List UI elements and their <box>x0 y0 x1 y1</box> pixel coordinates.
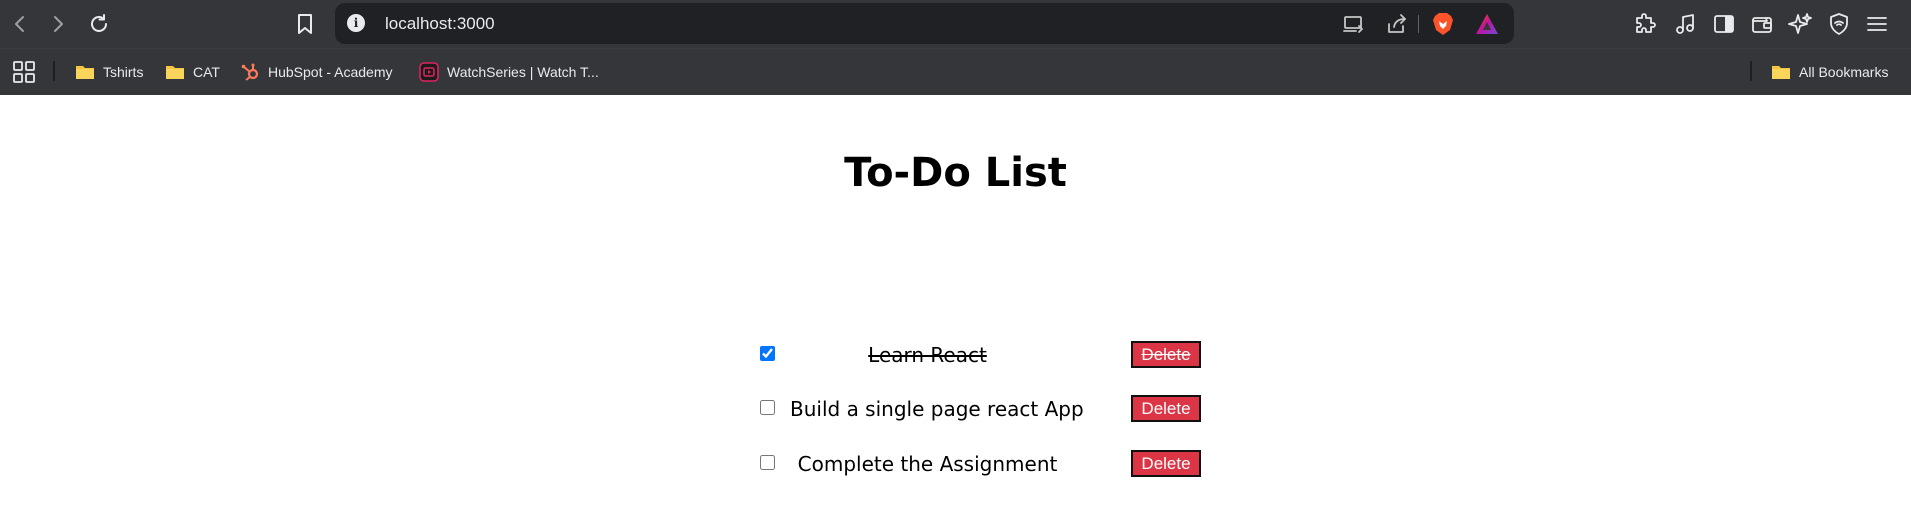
hubspot-icon <box>241 63 259 81</box>
todo-item: Complete the Assignment Delete <box>750 444 1210 484</box>
todo-item: Build a single page react App Delete <box>750 389 1210 429</box>
wallet-icon <box>1752 17 1772 33</box>
bookmark-label: HubSpot - Academy <box>268 64 393 80</box>
bookmark-icon <box>298 14 312 34</box>
menu-button[interactable] <box>1863 10 1891 38</box>
page-title: To-Do List <box>844 150 1067 196</box>
all-bookmarks-label: All Bookmarks <box>1799 64 1889 80</box>
page-content: To-Do List Learn React Delete Build a si… <box>0 95 1911 507</box>
sidebar-toggle-button[interactable] <box>1710 10 1738 38</box>
brave-shields-icon[interactable] <box>1432 12 1454 36</box>
delete-button[interactable]: Delete <box>1131 450 1201 477</box>
back-arrow-icon <box>15 16 24 32</box>
back-button[interactable] <box>6 10 34 38</box>
leo-ai-button[interactable] <box>1786 10 1814 38</box>
toolbar-separator <box>1418 15 1419 33</box>
bookmark-hubspot[interactable]: HubSpot - Academy <box>240 57 393 87</box>
address-bar[interactable]: i localhost:3000 <box>335 3 1514 44</box>
bookmark-cat[interactable]: CAT <box>165 57 220 87</box>
apps-grid-icon[interactable] <box>12 60 36 84</box>
share-icon <box>1388 14 1406 33</box>
sidebar-icon <box>1714 15 1734 33</box>
reload-icon <box>91 14 107 32</box>
shield-icon <box>1830 13 1848 35</box>
folder-icon <box>76 66 94 79</box>
music-note-icon <box>1676 14 1694 34</box>
bookmark-watchseries[interactable]: WatchSeries | Watch T... <box>419 57 599 87</box>
folder-icon <box>166 66 184 79</box>
puzzle-icon <box>1636 13 1656 33</box>
todo-text: Complete the Assignment <box>797 452 1058 476</box>
all-bookmarks-folder[interactable]: All Bookmarks <box>1771 57 1888 87</box>
todo-item: Learn React Delete <box>750 335 1210 375</box>
vpn-button[interactable] <box>1825 10 1853 38</box>
sparkle-icon <box>1788 13 1812 34</box>
delete-button[interactable]: Delete <box>1131 341 1201 368</box>
url-text[interactable]: localhost:3000 <box>385 14 495 34</box>
brave-rewards-icon[interactable] <box>1475 13 1499 35</box>
share-button[interactable] <box>1385 12 1409 36</box>
todo-text: Build a single page react App <box>790 397 1084 421</box>
todo-checkbox[interactable] <box>760 346 775 361</box>
bookmark-label: CAT <box>193 64 220 80</box>
bookmark-label: WatchSeries | Watch T... <box>447 64 599 80</box>
forward-button[interactable] <box>44 10 72 38</box>
folder-icon <box>1772 66 1790 79</box>
browser-toolbar: i localhost:3000 <box>0 0 1911 48</box>
cast-icon <box>1343 16 1363 33</box>
bookmarks-divider <box>1750 61 1752 81</box>
todo-checkbox[interactable] <box>760 400 775 415</box>
forward-arrow-icon <box>54 16 63 32</box>
bookmark-tshirts[interactable]: Tshirts <box>75 57 143 87</box>
media-button[interactable] <box>1671 10 1699 38</box>
bookmark-page-button[interactable] <box>291 10 319 38</box>
extensions-button[interactable] <box>1631 10 1659 38</box>
bookmark-label: Tshirts <box>103 64 144 80</box>
delete-button[interactable]: Delete <box>1131 395 1201 422</box>
cast-button[interactable] <box>1342 12 1366 36</box>
bookmarks-bar: Tshirts CAT HubSpot - Academy WatchSerie… <box>0 48 1911 95</box>
wallet-button[interactable] <box>1748 10 1776 38</box>
todo-text: Learn React <box>868 343 987 367</box>
hamburger-menu-icon <box>1867 17 1887 31</box>
bookmarks-divider <box>53 61 55 81</box>
watchseries-icon <box>419 62 439 82</box>
reload-button[interactable] <box>85 10 113 38</box>
site-info-icon[interactable]: i <box>347 14 365 32</box>
todo-checkbox[interactable] <box>760 455 775 470</box>
